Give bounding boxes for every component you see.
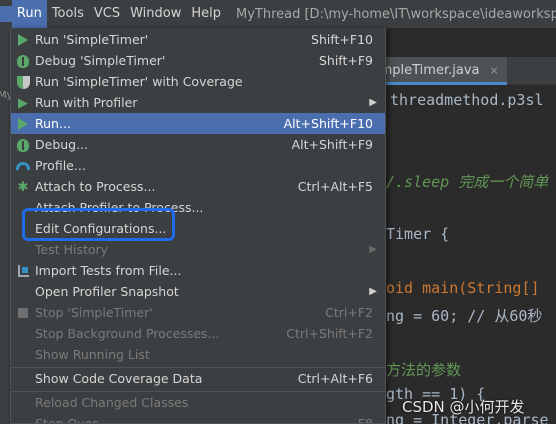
submenu-arrow-icon: ▶: [369, 97, 377, 108]
menu-item-label: Profile...: [35, 158, 86, 173]
editor-tab-simpletimer[interactable]: impleTimer.java ×: [370, 57, 507, 85]
menu-item-import-tests[interactable]: Import Tests from File...: [11, 260, 385, 281]
code-line: 方法的参数: [386, 361, 462, 379]
menu-item-shortcut: Alt+Shift+F9: [291, 137, 373, 152]
menu-bar: Run Tools VCS Window Help MyThread [D:\m…: [0, 0, 556, 28]
menu-window[interactable]: Window: [125, 0, 186, 28]
menu-item-shortcut: Ctrl+Shift+F2: [286, 326, 373, 341]
menu-item-stop-simpletimer[interactable]: Stop 'SimpleTimer' Ctrl+F2: [11, 302, 385, 323]
menu-item-shortcut: F8: [357, 416, 373, 424]
left-tool-strip: My: [0, 28, 13, 424]
menu-item-show-code-coverage[interactable]: Show Code Coverage Data Ctrl+Alt+F6: [11, 368, 385, 389]
menu-item-shortcut: Alt+Shift+F10: [283, 116, 373, 131]
bug-icon: [15, 137, 31, 153]
attach-icon: ✱: [17, 179, 29, 195]
code-line: /.sleep 完成一个简单: [386, 173, 549, 191]
menu-item-label: Run 'SimpleTimer': [35, 32, 149, 47]
submenu-arrow-icon: ▶: [369, 244, 377, 255]
menu-item-attach-to-process[interactable]: ✱ Attach to Process... Ctrl+Alt+F5: [11, 176, 385, 197]
menu-item-label: Step Over: [35, 416, 98, 424]
menu-item-run-with-profiler[interactable]: ▶ Run with Profiler ▶: [11, 92, 385, 113]
menu-item-stop-background[interactable]: Stop Background Processes... Ctrl+Shift+…: [11, 323, 385, 344]
menu-item-label: Run...: [35, 116, 71, 131]
coverage-icon: [15, 74, 31, 90]
menu-item-label: Open Profiler Snapshot: [35, 284, 179, 299]
menu-item-run-with-coverage[interactable]: Run 'SimpleTimer' with Coverage: [11, 71, 385, 92]
watermark: CSDN @小何开发: [402, 398, 525, 416]
menu-item-test-history[interactable]: Test History ▶: [11, 239, 385, 260]
menu-item-run-dialog[interactable]: Run... Alt+Shift+F10: [11, 113, 385, 134]
menu-item-label: Stop 'SimpleTimer': [35, 305, 153, 320]
menu-item-shortcut: Shift+F9: [318, 53, 373, 68]
submenu-arrow-icon: ▶: [369, 286, 377, 297]
menu-item-reload-changed-classes[interactable]: Reload Changed Classes: [11, 392, 385, 413]
play-icon: [15, 116, 31, 132]
menu-item-label: Show Running List: [35, 347, 150, 362]
menu-item-shortcut: Shift+F10: [311, 32, 373, 47]
close-icon[interactable]: ×: [489, 64, 498, 77]
window-title: MyThread [D:\my-home\IT\workspace\ideawo…: [235, 6, 556, 22]
menu-item-label: Debug 'SimpleTimer': [35, 53, 166, 68]
menu-item-label: Attach to Process...: [35, 179, 156, 194]
menu-item-label: Run with Profiler: [35, 95, 138, 110]
menu-item-label: Run 'SimpleTimer' with Coverage: [35, 74, 243, 89]
stop-icon: [15, 305, 31, 321]
app-logo-icon: [0, 6, 12, 22]
menu-item-step-over[interactable]: Step Over F8: [11, 413, 385, 424]
code-line: Timer {: [386, 225, 450, 243]
menu-item-show-running-list[interactable]: Show Running List: [11, 344, 385, 365]
menu-item-shortcut: Ctrl+F2: [325, 305, 373, 320]
menu-vcs[interactable]: VCS: [89, 0, 125, 28]
menu-item-debug-dialog[interactable]: Debug... Alt+Shift+F9: [11, 134, 385, 155]
menu-item-debug-simpletimer[interactable]: Debug 'SimpleTimer' Shift+F9: [11, 50, 385, 71]
menu-item-label: Test History: [35, 242, 109, 257]
code-line: oid main(String[]: [386, 279, 540, 297]
menu-item-label: Show Code Coverage Data: [35, 371, 203, 386]
menu-item-label: Debug...: [35, 137, 89, 152]
code-line: threadmethod.p3sl: [390, 91, 544, 109]
play-icon: [15, 32, 31, 48]
menu-item-open-profiler-snapshot[interactable]: Open Profiler Snapshot ▶: [11, 281, 385, 302]
menu-item-label: Import Tests from File...: [35, 263, 182, 278]
menu-item-run-simpletimer[interactable]: Run 'SimpleTimer' Shift+F10: [11, 29, 385, 50]
import-icon: [15, 263, 31, 279]
edit-configurations-focus-outline: [22, 208, 175, 241]
menu-tools[interactable]: Tools: [47, 0, 89, 28]
menu-item-profile[interactable]: Profile...: [11, 155, 385, 176]
gauge-icon: [15, 158, 31, 174]
menu-item-shortcut: Ctrl+Alt+F6: [297, 371, 373, 386]
menu-item-shortcut: Ctrl+Alt+F5: [297, 179, 373, 194]
code-line: ng = 60; // 从60秒: [386, 307, 543, 325]
menu-item-label: Stop Background Processes...: [35, 326, 220, 341]
menu-item-label: Reload Changed Classes: [35, 395, 189, 410]
profiler-icon: ▶: [18, 95, 28, 111]
editor-tab-label: impleTimer.java: [376, 63, 480, 78]
menu-run[interactable]: Run: [11, 0, 47, 28]
bug-icon: [15, 53, 31, 69]
menu-help[interactable]: Help: [186, 0, 226, 28]
